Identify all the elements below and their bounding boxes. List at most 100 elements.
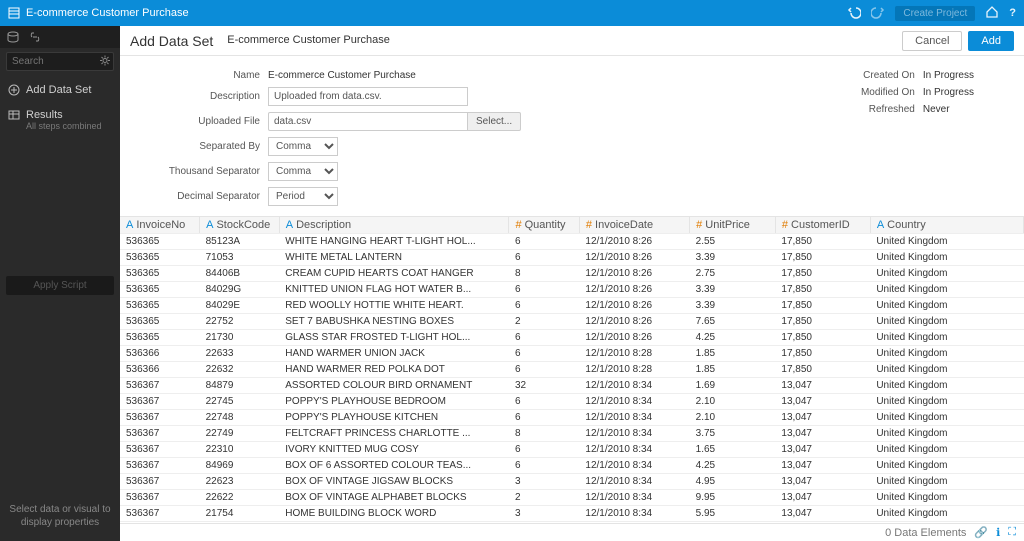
add-button[interactable]: Add — [968, 31, 1014, 51]
table-row[interactable]: 53636722310IVORY KNITTED MUG COSY612/1/2… — [120, 442, 1024, 458]
description-input[interactable] — [268, 87, 468, 106]
decimal-select[interactable]: Period — [268, 187, 338, 206]
table-row[interactable]: 53636521730GLASS STAR FROSTED T-LIGHT HO… — [120, 330, 1024, 346]
column-header[interactable]: #Quantity — [509, 217, 579, 234]
table-cell: CREAM CUPID HEARTS COAT HANGER — [279, 266, 509, 282]
table-cell: 1.65 — [690, 442, 776, 458]
sidebar-item-results[interactable]: Results All steps combined — [0, 104, 120, 136]
table-cell: 12/1/2010 8:34 — [579, 442, 689, 458]
table-cell: 12/1/2010 8:28 — [579, 346, 689, 362]
column-header[interactable]: #InvoiceDate — [579, 217, 689, 234]
sidebar-item-add-data[interactable]: Add Data Set — [0, 79, 120, 104]
table-cell: WHITE METAL LANTERN — [279, 250, 509, 266]
table-cell: 536366 — [120, 362, 200, 378]
dataset-name-input[interactable] — [225, 31, 725, 50]
page-header: Add Data Set Cancel Add — [120, 26, 1024, 56]
column-header[interactable]: #CustomerID — [775, 217, 870, 234]
table-cell: 84969 — [200, 458, 280, 474]
table-row[interactable]: 53636584406BCREAM CUPID HEARTS COAT HANG… — [120, 266, 1024, 282]
table-row[interactable]: 53636722622BOX OF VINTAGE ALPHABET BLOCK… — [120, 490, 1024, 506]
table-row[interactable]: 53636784879ASSORTED COLOUR BIRD ORNAMENT… — [120, 378, 1024, 394]
column-header[interactable]: AStockCode — [200, 217, 280, 234]
cancel-button[interactable]: Cancel — [902, 31, 962, 51]
table-row[interactable]: 53636722749FELTCRAFT PRINCESS CHARLOTTE … — [120, 426, 1024, 442]
table-cell: United Kingdom — [870, 330, 1023, 346]
table-cell: 21754 — [200, 506, 280, 522]
table-cell: 536365 — [120, 282, 200, 298]
table-cell: 12/1/2010 8:26 — [579, 282, 689, 298]
plus-circle-icon — [8, 84, 20, 99]
table-cell: 8 — [509, 266, 579, 282]
column-header[interactable]: ADescription — [279, 217, 509, 234]
file-select-button[interactable]: Select... — [468, 112, 521, 131]
topbar: E-commerce Customer Purchase Create Proj… — [0, 0, 1024, 26]
table-cell: 22622 — [200, 490, 280, 506]
table-cell: 3.39 — [690, 282, 776, 298]
table-cell: 536365 — [120, 250, 200, 266]
data-panel-icon[interactable] — [6, 30, 20, 44]
modified-label: Modified On — [835, 87, 915, 98]
table-row[interactable]: 53636622633HAND WARMER UNION JACK612/1/2… — [120, 346, 1024, 362]
table-cell: POPPY'S PLAYHOUSE BEDROOM — [279, 394, 509, 410]
table-cell: United Kingdom — [870, 314, 1023, 330]
table-cell: 12/1/2010 8:26 — [579, 298, 689, 314]
name-label: Name — [130, 70, 260, 81]
table-row[interactable]: 53636721754HOME BUILDING BLOCK WORD312/1… — [120, 506, 1024, 522]
table-cell: United Kingdom — [870, 506, 1023, 522]
table-cell: United Kingdom — [870, 490, 1023, 506]
table-cell: SET 7 BABUSHKA NESTING BOXES — [279, 314, 509, 330]
table-cell: HOME BUILDING BLOCK WORD — [279, 506, 509, 522]
link-icon[interactable]: 🔗 — [974, 526, 988, 539]
table-row[interactable]: 53636622632HAND WARMER RED POLKA DOT612/… — [120, 362, 1024, 378]
table-cell: 12/1/2010 8:34 — [579, 394, 689, 410]
file-input[interactable] — [268, 112, 468, 131]
table-cell: United Kingdom — [870, 426, 1023, 442]
table-cell: 2 — [509, 490, 579, 506]
table-cell: 536367 — [120, 442, 200, 458]
undo-icon[interactable] — [847, 5, 861, 22]
table-cell: KNITTED UNION FLAG HOT WATER B... — [279, 282, 509, 298]
table-cell: 2 — [509, 314, 579, 330]
help-icon[interactable]: ? — [1009, 7, 1016, 19]
table-cell: 3.39 — [690, 250, 776, 266]
table-row[interactable]: 53636571053WHITE METAL LANTERN612/1/2010… — [120, 250, 1024, 266]
modified-value: In Progress — [923, 87, 974, 98]
name-value: E-commerce Customer Purchase — [268, 70, 416, 81]
table-cell: BOX OF 6 ASSORTED COLOUR TEAS... — [279, 458, 509, 474]
table-row[interactable]: 53636585123AWHITE HANGING HEART T-LIGHT … — [120, 234, 1024, 250]
table-cell: 71053 — [200, 250, 280, 266]
table-cell: 12/1/2010 8:34 — [579, 410, 689, 426]
link-panel-icon[interactable] — [28, 30, 42, 44]
table-cell: 22633 — [200, 346, 280, 362]
thousand-select[interactable]: Comma — [268, 162, 338, 181]
table-cell: 6 — [509, 362, 579, 378]
properties-hint: Select data or visual to display propert… — [0, 491, 120, 541]
table-row[interactable]: 53636722623BOX OF VINTAGE JIGSAW BLOCKS3… — [120, 474, 1024, 490]
search-input[interactable] — [6, 52, 114, 71]
table-cell: United Kingdom — [870, 250, 1023, 266]
table-row[interactable]: 53636584029ERED WOOLLY HOTTIE WHITE HEAR… — [120, 298, 1024, 314]
table-row[interactable]: 53636722748POPPY'S PLAYHOUSE KITCHEN612/… — [120, 410, 1024, 426]
separator-select[interactable]: Comma — [268, 137, 338, 156]
table-cell: 84406B — [200, 266, 280, 282]
column-header[interactable]: ACountry — [870, 217, 1023, 234]
redo-icon[interactable] — [871, 5, 885, 22]
gear-icon[interactable] — [100, 55, 110, 68]
table-cell: 12/1/2010 8:34 — [579, 474, 689, 490]
expand-icon[interactable]: ⛶ — [1008, 526, 1016, 539]
table-row[interactable]: 53636722745POPPY'S PLAYHOUSE BEDROOM612/… — [120, 394, 1024, 410]
home-icon[interactable] — [985, 5, 999, 22]
table-cell: 7.65 — [690, 314, 776, 330]
table-cell: 536367 — [120, 410, 200, 426]
table-row[interactable]: 53636522752SET 7 BABUSHKA NESTING BOXES2… — [120, 314, 1024, 330]
page-icon — [8, 7, 20, 19]
data-grid[interactable]: AInvoiceNoAStockCodeADescription#Quantit… — [120, 216, 1024, 523]
info-icon[interactable]: ℹ — [996, 526, 1000, 539]
table-cell: 12/1/2010 8:26 — [579, 314, 689, 330]
table-cell: 21730 — [200, 330, 280, 346]
table-cell: 2.55 — [690, 234, 776, 250]
table-row[interactable]: 53636584029GKNITTED UNION FLAG HOT WATER… — [120, 282, 1024, 298]
column-header[interactable]: #UnitPrice — [690, 217, 776, 234]
table-row[interactable]: 53636784969BOX OF 6 ASSORTED COLOUR TEAS… — [120, 458, 1024, 474]
column-header[interactable]: AInvoiceNo — [120, 217, 200, 234]
